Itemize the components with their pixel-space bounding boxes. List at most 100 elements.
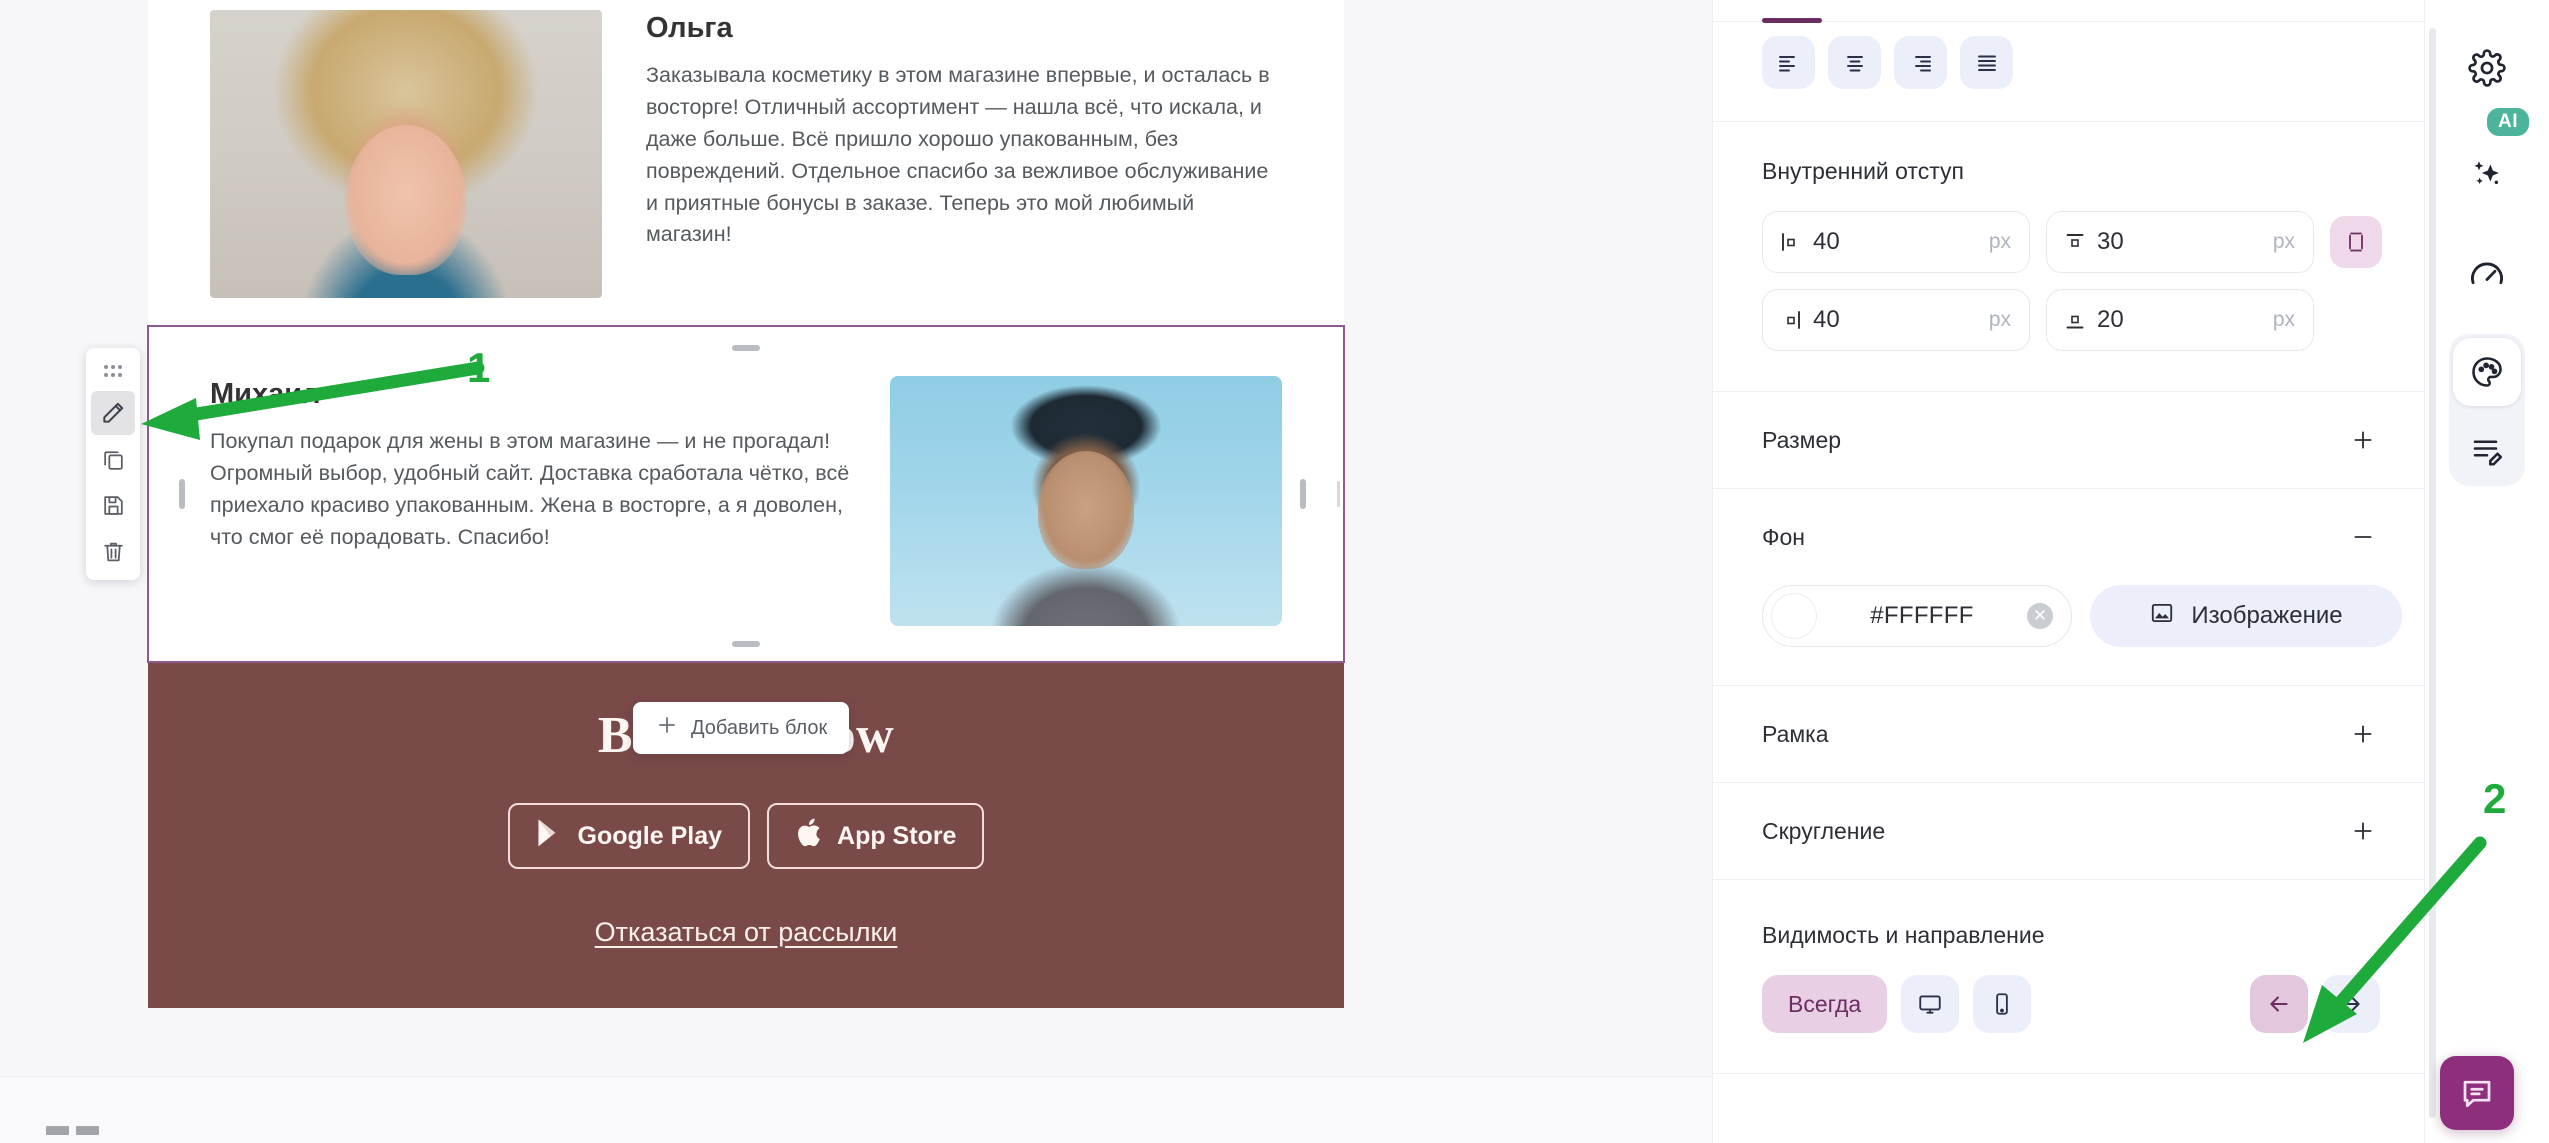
annotation-label-2: 2	[2483, 775, 2507, 822]
arrow-right-icon	[2342, 996, 2360, 1012]
canvas-scroll-region[interactable]: Ольга Заказывала косметику в этом магази…	[0, 0, 1712, 1076]
padding-top-icon	[2063, 230, 2087, 254]
padding-bottom-input[interactable]: 20 px	[2046, 289, 2314, 351]
email-canvas[interactable]: Ольга Заказывала косметику в этом магази…	[0, 0, 1712, 1143]
link-padding-toggle[interactable]	[2330, 216, 2382, 268]
ai-badge: AI	[2487, 108, 2529, 136]
testimonial-text-wrap: Михаил Покупал подарок для жены в этом м…	[210, 376, 856, 554]
background-section-header[interactable]: Фон	[1713, 489, 2424, 585]
padding-right-icon	[1779, 308, 1803, 332]
border-expand-icon[interactable]	[2346, 717, 2380, 751]
visibility-always-label: Всегда	[1788, 990, 1862, 1017]
mini-preview-tabs[interactable]	[46, 1126, 100, 1139]
apple-icon	[795, 817, 823, 856]
right-icon-rail[interactable]: AI	[2424, 0, 2549, 1143]
radius-expand-icon[interactable]	[2346, 814, 2380, 848]
clear-color-icon[interactable]: ✕	[2027, 603, 2053, 629]
canvas-bottom-bar	[0, 1076, 1712, 1143]
padding-bottom-icon	[2063, 308, 2087, 332]
settings-icon[interactable]	[2453, 34, 2521, 102]
add-block-button[interactable]: Добавить блок	[633, 702, 850, 754]
delete-trash-icon[interactable]	[91, 529, 135, 573]
testimonial-body: Покупал подарок для жены в этом магазине…	[210, 429, 850, 549]
background-section-title: Фон	[1762, 523, 1805, 550]
direction-arrows[interactable]	[2250, 975, 2380, 1033]
padding-left-input[interactable]: 40 px	[1762, 211, 2030, 273]
padding-top-input[interactable]: 30 px	[2046, 211, 2314, 273]
drag-handle-icon[interactable]	[91, 355, 135, 389]
google-play-icon	[536, 818, 564, 855]
padding-left-icon	[1779, 230, 1803, 254]
edit-pencil-icon[interactable]	[91, 391, 135, 435]
active-tab-indicator	[1762, 18, 1822, 23]
align-right-button[interactable]	[1894, 36, 1947, 89]
direction-next-button[interactable]	[2322, 975, 2380, 1033]
padding-top-value: 30	[2097, 228, 2124, 255]
align-left-button[interactable]	[1762, 36, 1815, 89]
column-divider-handle[interactable]	[1337, 481, 1340, 507]
avatar	[890, 376, 1282, 626]
background-collapse-icon[interactable]	[2346, 520, 2380, 554]
padding-top-unit: px	[2272, 230, 2295, 253]
color-swatch[interactable]	[1771, 593, 1817, 639]
email-body: Ольга Заказывала косметику в этом магази…	[147, 0, 1345, 1008]
background-color-input[interactable]: #FFFFFF ✕	[1762, 585, 2072, 647]
padding-section-title: Внутренний отступ	[1762, 158, 1964, 184]
rail-scrollbar[interactable]	[2429, 28, 2436, 1118]
border-section-title: Рамка	[1762, 720, 1829, 747]
padding-left-unit: px	[1988, 230, 2011, 253]
testimonial-name: Михаил	[210, 378, 321, 410]
background-controls[interactable]: #FFFFFF ✕ Изображение	[1713, 585, 2424, 647]
speedometer-icon[interactable]	[2453, 240, 2521, 308]
arrow-left-icon	[2270, 996, 2288, 1012]
testimonial-body: Заказывала косметику в этом магазине впе…	[646, 63, 1270, 247]
settings-panel[interactable]: Внутренний отступ 40 px 30 px 40 px 20 p…	[1712, 0, 2424, 1143]
app-store-label: App Store	[837, 821, 957, 850]
visibility-section-title: Видимость и направление	[1762, 922, 2045, 948]
unsubscribe-link[interactable]: Отказаться от рассылки	[595, 917, 898, 948]
background-image-button[interactable]: Изображение	[2090, 585, 2402, 647]
radius-section-title: Скругление	[1762, 817, 1886, 844]
background-image-label: Изображение	[2191, 602, 2343, 629]
align-justify-button[interactable]	[1960, 36, 2013, 89]
alignment-buttons[interactable]	[1713, 0, 2424, 89]
resize-handle-left[interactable]	[179, 479, 185, 509]
visibility-mobile-button[interactable]	[1973, 975, 2032, 1033]
padding-right-unit: px	[1988, 308, 2011, 331]
testimonial-block-mikhail[interactable]: Михаил Покупал подарок для жены в этом м…	[148, 326, 1344, 662]
visibility-desktop-button[interactable]	[1901, 975, 1960, 1033]
duplicate-copy-icon[interactable]	[91, 437, 135, 481]
resize-handle-bottom[interactable]	[732, 641, 760, 647]
block-toolbar[interactable]	[86, 348, 140, 580]
google-play-button[interactable]: Google Play	[507, 803, 751, 869]
resize-handle-top[interactable]	[732, 345, 760, 351]
content-edit-icon[interactable]	[2453, 416, 2521, 484]
testimonial-block-olga[interactable]: Ольга Заказывала косметику в этом магази…	[148, 0, 1344, 326]
chat-icon	[2463, 1080, 2491, 1108]
palette-icon[interactable]	[2453, 338, 2521, 406]
size-expand-icon[interactable]	[2346, 423, 2380, 457]
ai-sparkle-icon[interactable]	[2453, 138, 2521, 206]
save-floppy-icon[interactable]	[91, 483, 135, 527]
chat-button[interactable]	[2440, 1056, 2514, 1130]
app-store-button[interactable]: App Store	[767, 803, 985, 869]
visibility-always-chip[interactable]: Всегда	[1762, 975, 1888, 1033]
padding-right-input[interactable]: 40 px	[1762, 289, 2030, 351]
testimonial-name: Ольга	[646, 12, 733, 44]
desktop-icon	[1919, 995, 1941, 1014]
mobile-icon	[1996, 993, 2008, 1015]
radius-section-header[interactable]: Скругление	[1713, 783, 2424, 879]
background-color-value: #FFFFFF	[1870, 602, 1974, 629]
border-section-header[interactable]: Рамка	[1713, 686, 2424, 782]
selected-block-outline[interactable]: Михаил Покупал подарок для жены в этом м…	[147, 325, 1345, 663]
testimonial-text-wrap: Ольга Заказывала косметику в этом магази…	[646, 10, 1282, 251]
align-center-button[interactable]	[1828, 36, 1881, 89]
padding-inputs[interactable]: 40 px 30 px 40 px 20 px	[1713, 185, 2424, 351]
direction-prev-button[interactable]	[2250, 975, 2308, 1033]
size-section-header[interactable]: Размер	[1713, 392, 2424, 488]
padding-bottom-unit: px	[2272, 308, 2295, 331]
annotation-label-1: 1	[467, 344, 491, 391]
visibility-controls[interactable]: Всегда	[1713, 975, 2424, 1033]
app-store-buttons: Google Play App Store	[507, 803, 985, 869]
resize-handle-right[interactable]	[1300, 479, 1306, 509]
